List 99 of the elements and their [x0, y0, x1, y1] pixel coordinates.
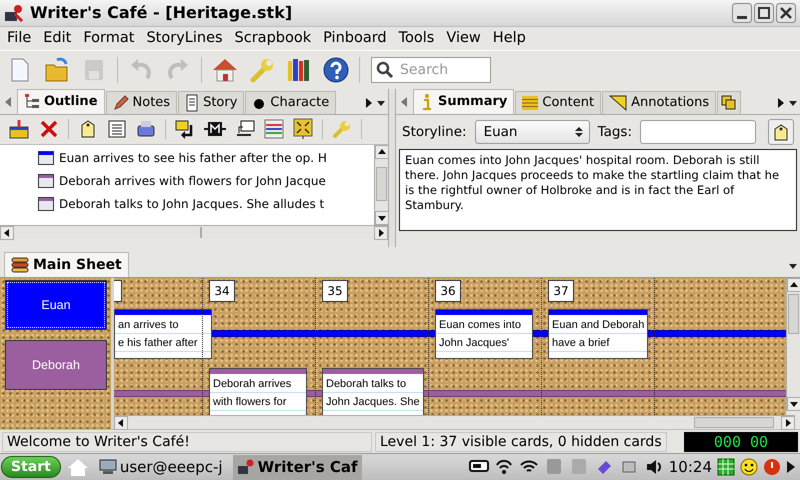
scene-card[interactable]: Euan comes into John Jacques'	[435, 308, 533, 359]
vertical-scrollbar[interactable]	[786, 278, 800, 411]
info-icon	[420, 92, 434, 111]
outline-item[interactable]: Deborah talks to John Jacques. She alludes t	[59, 197, 324, 212]
tab[interactable]: Story	[178, 90, 244, 114]
app-icon	[4, 4, 24, 22]
app-icon	[236, 459, 255, 476]
house-icon[interactable]	[211, 56, 239, 84]
tab[interactable]: Characte	[245, 90, 336, 114]
window-title: Writer's Café - [Heritage.stk]	[30, 3, 294, 22]
search-icon	[376, 61, 394, 80]
status-message: Welcome to Writer's Café!	[2, 432, 372, 452]
scene-number: 37	[548, 280, 574, 302]
scroll-thumb[interactable]	[788, 294, 799, 334]
clock: 10:24	[668, 458, 712, 476]
tag-button[interactable]	[768, 118, 794, 145]
document-icon[interactable]	[107, 119, 127, 140]
status-info: Level 1: 37 visible cards, 0 hidden cards	[375, 432, 667, 452]
outline-item[interactable]: Euan arrives to see his father after the op. H	[59, 151, 327, 166]
scene-number: 36	[435, 280, 461, 302]
storyline-dropdown[interactable]: Euan	[474, 120, 590, 144]
vertical-scrollbar[interactable]	[374, 144, 388, 225]
grid-icon[interactable]	[717, 458, 735, 476]
scroll-thumb[interactable]	[376, 166, 387, 201]
taskbar-button[interactable]: user@eeepc-j	[94, 454, 227, 480]
tree-icon	[24, 94, 40, 110]
summary-text[interactable]: Euan comes into John Jacques' hospital room. Deborah is still there. John Jacques proceeds to make the startling claim that he is the rightful owner of Holbroke and is in fact the Earl of Stambury.	[399, 148, 797, 231]
card-icon	[38, 151, 54, 166]
card-icon	[38, 174, 54, 188]
spinner-icon	[574, 126, 583, 138]
tab[interactable]: Annotations	[602, 90, 716, 114]
pencil-icon	[112, 94, 129, 111]
scroll-down-button[interactable]	[375, 210, 389, 225]
storyline-label: Storyline:	[402, 124, 467, 140]
outline-item[interactable]: Deborah arrives with flowers for John Jacque	[59, 174, 326, 188]
power-icon[interactable]	[763, 458, 781, 476]
scene-number: 34	[209, 280, 235, 302]
scene-card[interactable]: Deborah arrives with flowers for	[209, 368, 307, 415]
tab[interactable]	[717, 90, 742, 114]
menu-item[interactable]: Scrapbook	[228, 30, 318, 46]
smiley-icon[interactable]	[740, 458, 758, 476]
tab[interactable]: Outline	[17, 88, 105, 114]
scroll-thumb[interactable]	[694, 416, 774, 428]
menu-item[interactable]: File	[1, 30, 38, 46]
scroll-tabs-right-icon[interactable]	[365, 96, 373, 109]
menu-item[interactable]: Format	[77, 30, 140, 46]
menu-item[interactable]: View	[440, 30, 487, 46]
document-icon	[185, 94, 200, 112]
gift-icon[interactable]	[8, 119, 30, 140]
scene-card[interactable]: an arrives to e his father after	[114, 308, 212, 359]
lines-icon	[522, 96, 538, 110]
menu-item[interactable]: StoryLines	[140, 30, 229, 46]
tab[interactable]: Summary	[413, 88, 514, 114]
taskbar-button[interactable]: Writer's Caf	[232, 454, 362, 480]
tab[interactable]: Content	[515, 90, 602, 114]
expand-icon[interactable]	[293, 118, 313, 140]
scroll-tabs-left-icon[interactable]	[4, 96, 12, 108]
scroll-left-button[interactable]	[114, 416, 128, 430]
scroll-tabs-left-icon[interactable]	[400, 96, 408, 108]
tab[interactable]: Notes	[106, 90, 178, 114]
menu-item[interactable]: Pinboard	[317, 30, 393, 46]
cards-icon	[721, 94, 738, 111]
scroll-up-button[interactable]	[787, 278, 800, 292]
search-field[interactable]: Search	[371, 57, 491, 84]
horizontal-scrollbar[interactable]	[0, 224, 388, 239]
scroll-tabs-right-icon[interactable]	[777, 96, 785, 109]
scene-number: 35	[322, 280, 348, 302]
scroll-up-button[interactable]	[375, 144, 389, 159]
scroll-left-button[interactable]	[0, 226, 14, 240]
scroll-right-button[interactable]	[374, 226, 388, 240]
scroll-down-button[interactable]	[787, 396, 800, 411]
scene-card[interactable]: Euan and Deborah have a brief	[548, 308, 648, 359]
menu-item[interactable]: Help	[486, 30, 532, 46]
help-icon[interactable]	[322, 56, 350, 84]
storyline-tile[interactable]: Deborah	[5, 340, 107, 390]
horizontal-scrollbar[interactable]	[114, 414, 795, 429]
card-icon	[38, 197, 54, 212]
computer-icon	[98, 459, 117, 476]
tag-icon	[772, 122, 790, 141]
delete-icon[interactable]	[39, 119, 59, 140]
maximize-button[interactable]	[754, 2, 774, 23]
scene-card[interactable]: Deborah talks to John Jacques. She	[322, 368, 424, 415]
lines-icon[interactable]	[264, 119, 284, 140]
scroll-right-button[interactable]	[781, 416, 795, 430]
arrow-icon[interactable]	[175, 119, 195, 140]
tags-label: Tags:	[598, 124, 632, 140]
menu-item[interactable]: Edit	[37, 30, 78, 46]
arrow-right-icon[interactable]	[786, 460, 796, 474]
scroll-thumb[interactable]	[200, 226, 202, 238]
stack-icon	[11, 256, 29, 274]
tab[interactable]: Main Sheet	[4, 252, 129, 277]
timer-display: 000 00	[684, 432, 798, 452]
minimize-button[interactable]	[732, 2, 752, 23]
tags-field[interactable]	[640, 120, 756, 144]
storyline-tile[interactable]: Euan	[5, 280, 107, 330]
printer-icon[interactable]	[136, 119, 156, 140]
close-button[interactable]	[776, 2, 796, 23]
menu-item[interactable]: Tools	[392, 30, 440, 46]
triangle-icon	[609, 94, 628, 111]
